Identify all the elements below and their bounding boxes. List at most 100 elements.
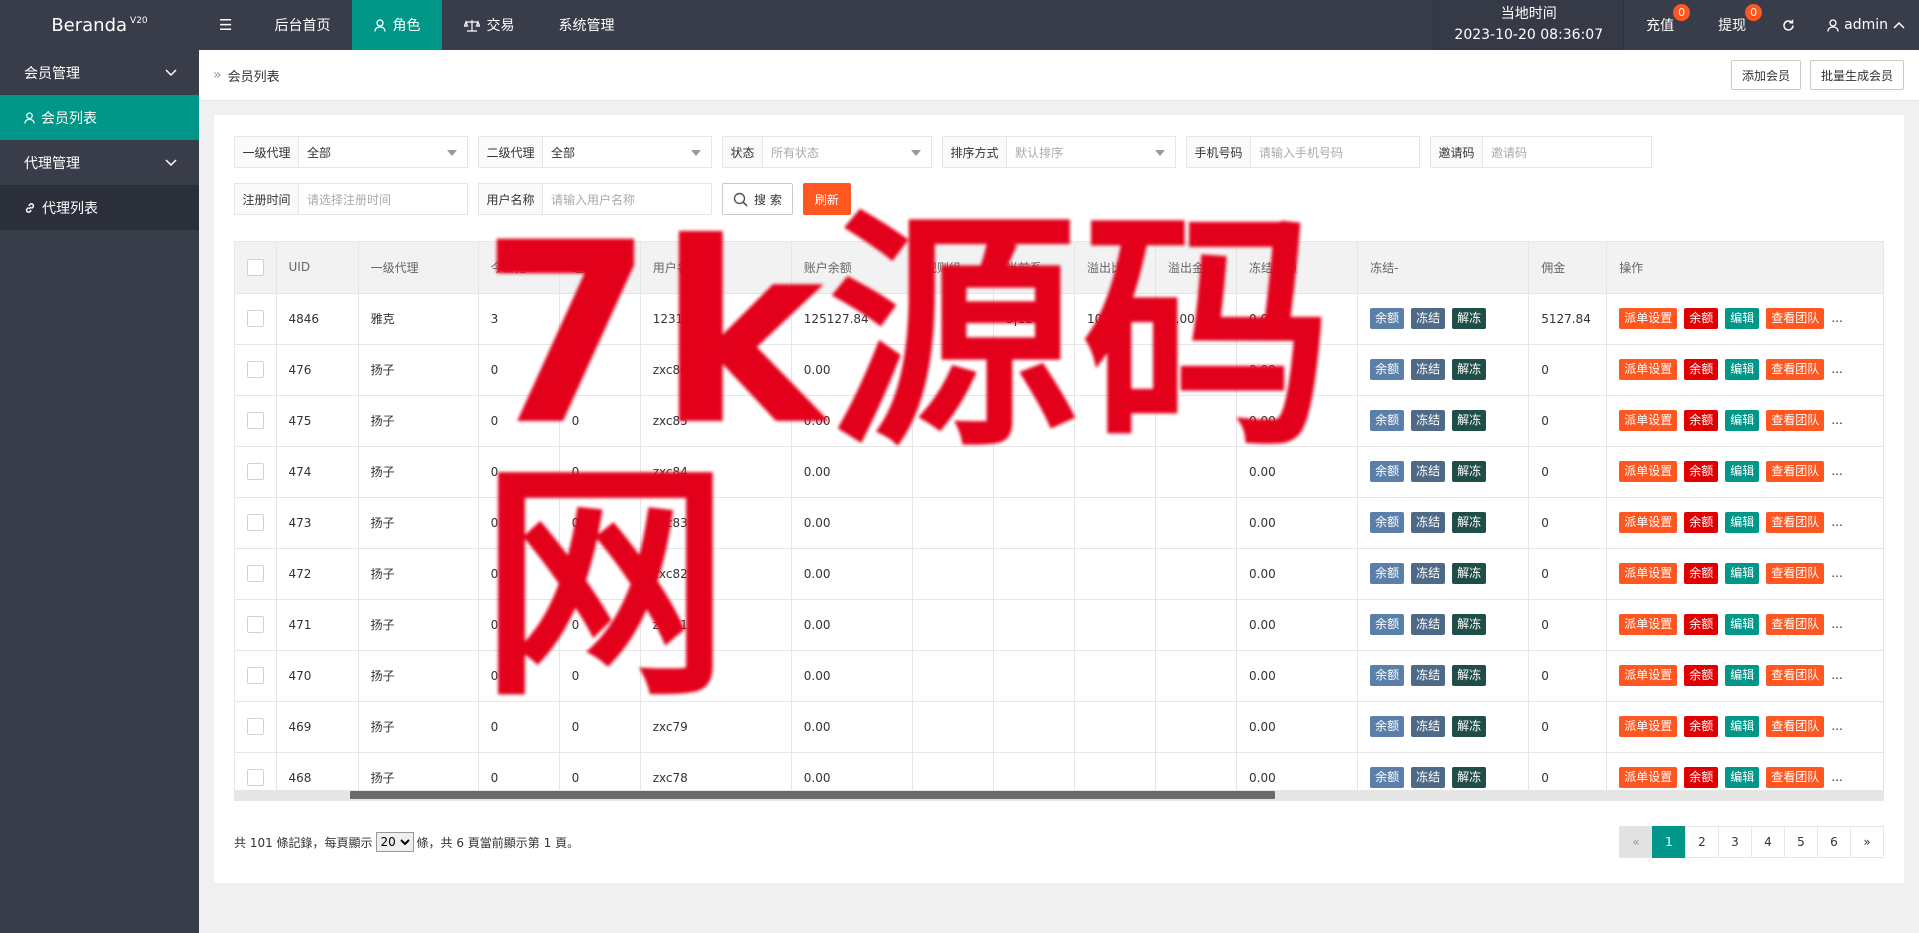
page-size-select[interactable]: 20 (375, 832, 414, 852)
col-uid[interactable]: UID (276, 242, 359, 294)
op-balance-button[interactable]: 余额 (1684, 665, 1719, 686)
balance-button[interactable]: 余额 (1370, 767, 1405, 788)
view-team-button[interactable]: 查看团队 (1766, 461, 1825, 482)
balance-button[interactable]: 余额 (1370, 461, 1405, 482)
balance-button[interactable]: 余额 (1370, 563, 1405, 584)
view-team-button[interactable]: 查看团队 (1766, 563, 1825, 584)
unfreeze-button[interactable]: 解冻 (1452, 563, 1487, 584)
balance-button[interactable]: 余额 (1370, 614, 1405, 635)
sidebar-item-member-list[interactable]: 会员列表 (0, 95, 199, 140)
table-row[interactable]: 476 扬子 0 0 zxc86 0.00 0.00 余额 冻结 解冻 0 派单设置 余额 编辑 查看团队.… (235, 344, 1883, 396)
page-button[interactable]: 2 (1685, 826, 1719, 858)
row-checkbox[interactable] (247, 514, 264, 531)
view-team-button[interactable]: 查看团队 (1766, 716, 1825, 737)
dispatch-settings-button[interactable]: 派单设置 (1619, 461, 1678, 482)
op-balance-button[interactable]: 余额 (1684, 512, 1719, 533)
freeze-button[interactable]: 冻结 (1411, 308, 1446, 329)
col-balance[interactable]: 账户余额 (791, 242, 913, 294)
more-actions-button[interactable]: ... (1831, 311, 1842, 325)
view-team-button[interactable]: 查看团队 (1766, 359, 1825, 380)
op-balance-button[interactable]: 余额 (1684, 767, 1719, 788)
unfreeze-button[interactable]: 解冻 (1452, 614, 1487, 635)
table-row[interactable]: 475 扬子 0 0 zxc85 0.00 0.00 余额 冻结 解冻 0 派单设置 余额 编辑 查看团队.… (235, 395, 1883, 447)
page-button[interactable]: 3 (1718, 826, 1752, 858)
table-row[interactable]: 472 扬子 0 0 zxc82 0.00 0.00 余额 冻结 解冻 0 派单设置 余额 编辑 查看团队.… (235, 548, 1883, 600)
freeze-button[interactable]: 冻结 (1411, 716, 1446, 737)
col-overflow-rate[interactable]: 溢出比率 (1074, 242, 1157, 294)
col-today[interactable]: 今日抢... (478, 242, 560, 294)
unfreeze-button[interactable]: 解冻 (1452, 359, 1487, 380)
freeze-button[interactable]: 冻结 (1411, 359, 1446, 380)
more-actions-button[interactable]: ... (1831, 668, 1842, 682)
freeze-button[interactable]: 冻结 (1411, 563, 1446, 584)
op-balance-button[interactable]: 余额 (1684, 716, 1719, 737)
edit-button[interactable]: 编辑 (1725, 410, 1760, 431)
row-checkbox[interactable] (247, 718, 264, 735)
more-actions-button[interactable]: ... (1831, 362, 1842, 376)
unfreeze-button[interactable]: 解冻 (1452, 767, 1487, 788)
regtime-input[interactable]: 请选择注册时间 (299, 184, 467, 214)
nav-system[interactable]: 系统管理 (536, 0, 636, 50)
unfreeze-button[interactable]: 解冻 (1452, 716, 1487, 737)
regtime-field[interactable]: 注册时间 请选择注册时间 (234, 183, 468, 215)
col-frozen[interactable]: 冻结金额 (1236, 242, 1359, 294)
op-balance-button[interactable]: 余额 (1684, 563, 1719, 584)
dispatch-settings-button[interactable]: 派单设置 (1619, 512, 1678, 533)
breadcrumb-current[interactable]: 会员列表 (228, 66, 280, 85)
edit-button[interactable]: 编辑 (1725, 308, 1760, 329)
op-balance-button[interactable]: 余额 (1684, 614, 1719, 635)
more-actions-button[interactable]: ... (1831, 617, 1842, 631)
sort-select[interactable]: 排序方式 默认排序 (942, 136, 1176, 168)
edit-button[interactable]: 编辑 (1725, 665, 1760, 686)
row-checkbox[interactable] (247, 667, 264, 684)
nav-trade[interactable]: 交易 (442, 0, 536, 50)
unfreeze-button[interactable]: 解冻 (1452, 308, 1487, 329)
page-next-button[interactable]: » (1850, 826, 1884, 858)
add-member-button[interactable]: 添加会员 (1730, 60, 1801, 90)
sidebar-item-agent-list[interactable]: 代理列表 (0, 185, 199, 230)
search-button[interactable]: 搜 索 (722, 183, 793, 215)
page-button[interactable]: 4 (1751, 826, 1785, 858)
table-row[interactable]: 4846 雅克 3 0 123123 125127.84 2 5|12 10 0.00 0.00 余额… (235, 293, 1883, 345)
row-checkbox[interactable] (247, 565, 264, 582)
username-input[interactable]: 请输入用户名称 (543, 184, 711, 214)
row-checkbox[interactable] (247, 310, 264, 327)
table-row[interactable]: 473 扬子 0 0 zxc83 0.00 0.00 余额 冻结 解冻 0 派单设置 余额 编辑 查看团队.… (235, 497, 1883, 549)
username-field[interactable]: 用户名称 请输入用户名称 (478, 183, 712, 215)
table-row[interactable]: 471 扬子 0 0 zxc81 0.00 0.00 余额 冻结 解冻 0 派单设置 余额 编辑 查看团队.… (235, 599, 1883, 651)
dispatch-settings-button[interactable]: 派单设置 (1619, 665, 1678, 686)
page-button[interactable]: 6 (1817, 826, 1851, 858)
col-overflow-amount[interactable]: 溢出金额 (1155, 242, 1238, 294)
dispatch-settings-button[interactable]: 派单设置 (1619, 614, 1678, 635)
col-current[interactable]: 当前系... (993, 242, 1075, 294)
batch-generate-button[interactable]: 批量生成会员 (1809, 60, 1904, 90)
balance-button[interactable]: 余额 (1370, 512, 1405, 533)
sidebar-group-members[interactable]: 会员管理 (0, 50, 199, 95)
refresh-button[interactable]: 刷新 (802, 183, 851, 215)
dispatch-settings-button[interactable]: 派单设置 (1619, 308, 1678, 329)
freeze-button[interactable]: 冻结 (1411, 410, 1446, 431)
dispatch-settings-button[interactable]: 派单设置 (1619, 563, 1678, 584)
nav-home[interactable]: 后台首页 (252, 0, 352, 50)
row-checkbox[interactable] (247, 616, 264, 633)
dispatch-settings-button[interactable]: 派单设置 (1619, 359, 1678, 380)
freeze-button[interactable]: 冻结 (1411, 665, 1446, 686)
edit-button[interactable]: 编辑 (1725, 614, 1760, 635)
page-prev-button[interactable]: « (1619, 826, 1653, 858)
dispatch-settings-button[interactable]: 派单设置 (1619, 716, 1678, 737)
edit-button[interactable]: 编辑 (1725, 359, 1760, 380)
sidebar-group-agents[interactable]: 代理管理 (0, 140, 199, 185)
col-username[interactable]: 用户名 (640, 242, 792, 294)
withdraw-button[interactable]: 提现 0 (1696, 0, 1768, 50)
col-commission[interactable]: 佣金 (1528, 242, 1608, 294)
row-checkbox[interactable] (247, 361, 264, 378)
row-checkbox[interactable] (247, 412, 264, 429)
page-button[interactable]: 5 (1784, 826, 1818, 858)
balance-button[interactable]: 余额 (1370, 308, 1405, 329)
op-balance-button[interactable]: 余额 (1684, 410, 1719, 431)
edit-button[interactable]: 编辑 (1725, 716, 1760, 737)
agent1-select[interactable]: 一级代理 全部 (234, 136, 468, 168)
view-team-button[interactable]: 查看团队 (1766, 767, 1825, 788)
edit-button[interactable]: 编辑 (1725, 461, 1760, 482)
refresh-icon[interactable] (1768, 0, 1809, 50)
